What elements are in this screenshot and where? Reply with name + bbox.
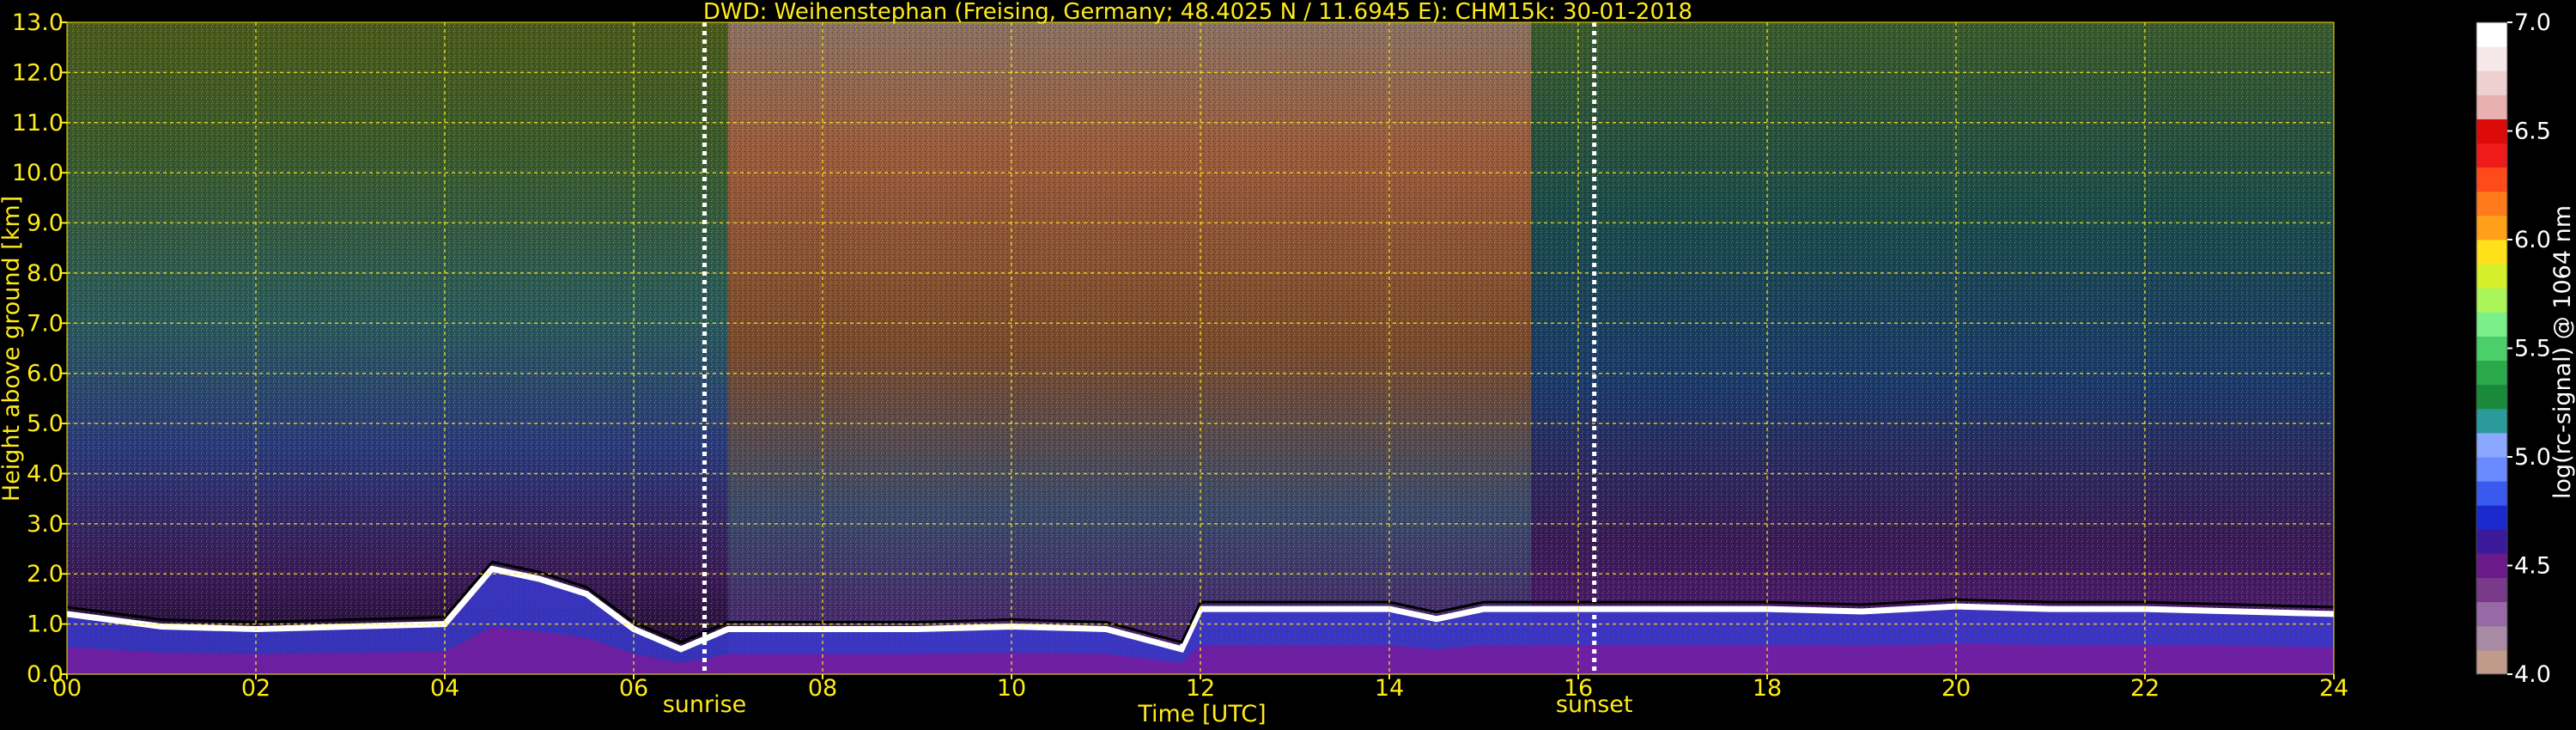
event-label: sunset [1556,691,1633,718]
x-tick-label: 04 [430,675,459,702]
colorbar: 4.0 4.5 5.0 5.5 6.0 6.5 7.0 [2476,9,2551,688]
ceilometer-chart: DWD: Weihenstephan (Freising, Germany; 4… [0,0,2576,727]
y-axis-label: Height above ground [km] [0,196,25,502]
y-tick-label: 0.0 [27,661,64,688]
colorbar-swatch [2476,191,2507,216]
y-tick-label: 5.0 [27,411,64,437]
colorbar-swatch [2476,360,2507,386]
y-tick-label: 7.0 [27,310,64,337]
chart-title: DWD: Weihenstephan (Freising, Germany; 4… [703,0,1692,25]
x-tick-label: 02 [241,675,270,702]
colorbar-tick-label: 7.0 [2514,9,2551,36]
colorbar-swatch [2476,288,2507,313]
x-tick-label: 20 [1941,675,1971,702]
x-tick-label: 06 [619,675,648,702]
colorbar-tick-label: 6.5 [2514,119,2551,145]
x-tick-label: 10 [997,675,1026,702]
y-tick-label: 2.0 [27,561,64,587]
colorbar-swatch [2476,94,2507,119]
x-axis-label: Time [UTC] [1137,701,1266,727]
y-tick-label: 9.0 [27,210,64,237]
y-tick-label: 10.0 [12,160,64,186]
y-tick-label: 11.0 [12,110,64,137]
colorbar-swatch [2476,119,2507,144]
colorbar-tick-label: 4.5 [2514,553,2551,580]
colorbar-swatch [2476,625,2507,651]
colorbar-swatch [2476,143,2507,168]
colorbar-swatch [2476,46,2507,71]
x-tick-label: 18 [1753,675,1782,702]
colorbar-swatch [2476,215,2507,240]
y-tick-label: 6.0 [27,361,64,387]
colorbar-swatch [2476,70,2507,95]
colorbar-swatch [2476,384,2507,410]
colorbar-swatch [2476,529,2507,554]
y-tick-label: 3.0 [27,511,64,538]
colorbar-swatch [2476,432,2507,458]
colorbar-label: log(rc-signal) @ 1064 nm [2549,205,2576,499]
colorbar-swatch [2476,264,2507,289]
event-label: sunrise [663,691,747,718]
x-tick-label: 12 [1186,675,1215,702]
x-axis-ticks: 00 02 04 06 08 10 12 14 16 18 20 22 24 [52,674,2348,702]
colorbar-swatch [2476,553,2507,579]
x-tick-label: 22 [2130,675,2160,702]
colorbar-swatch [2476,167,2507,192]
colorbar-swatch [2476,601,2507,627]
colorbar-tick-label: 5.0 [2514,444,2551,471]
y-tick-label: 12.0 [12,59,64,86]
colorbar-swatch [2476,577,2507,603]
colorbar-swatch [2476,457,2507,482]
colorbar-swatch [2476,481,2507,506]
x-tick-label: 14 [1375,675,1404,702]
x-tick-label: 08 [808,675,837,702]
colorbar-tick-label: 5.5 [2514,336,2551,362]
colorbar-swatch [2476,505,2507,530]
colorbar-swatch [2476,22,2507,47]
y-tick-label: 8.0 [27,260,64,287]
colorbar-tick-label: 4.0 [2514,661,2551,688]
colorbar-swatch [2476,408,2507,434]
colorbar-swatch [2476,312,2507,337]
y-tick-label: 4.0 [27,460,64,487]
y-tick-label: 1.0 [27,611,64,638]
colorbar-swatch [2476,240,2507,265]
x-tick-label: 24 [2319,675,2348,702]
colorbar-swatch [2476,649,2507,675]
colorbar-swatch [2476,336,2507,362]
y-tick-label: 13.0 [12,9,64,36]
colorbar-tick-label: 6.0 [2514,227,2551,253]
plot-area [66,21,2335,675]
